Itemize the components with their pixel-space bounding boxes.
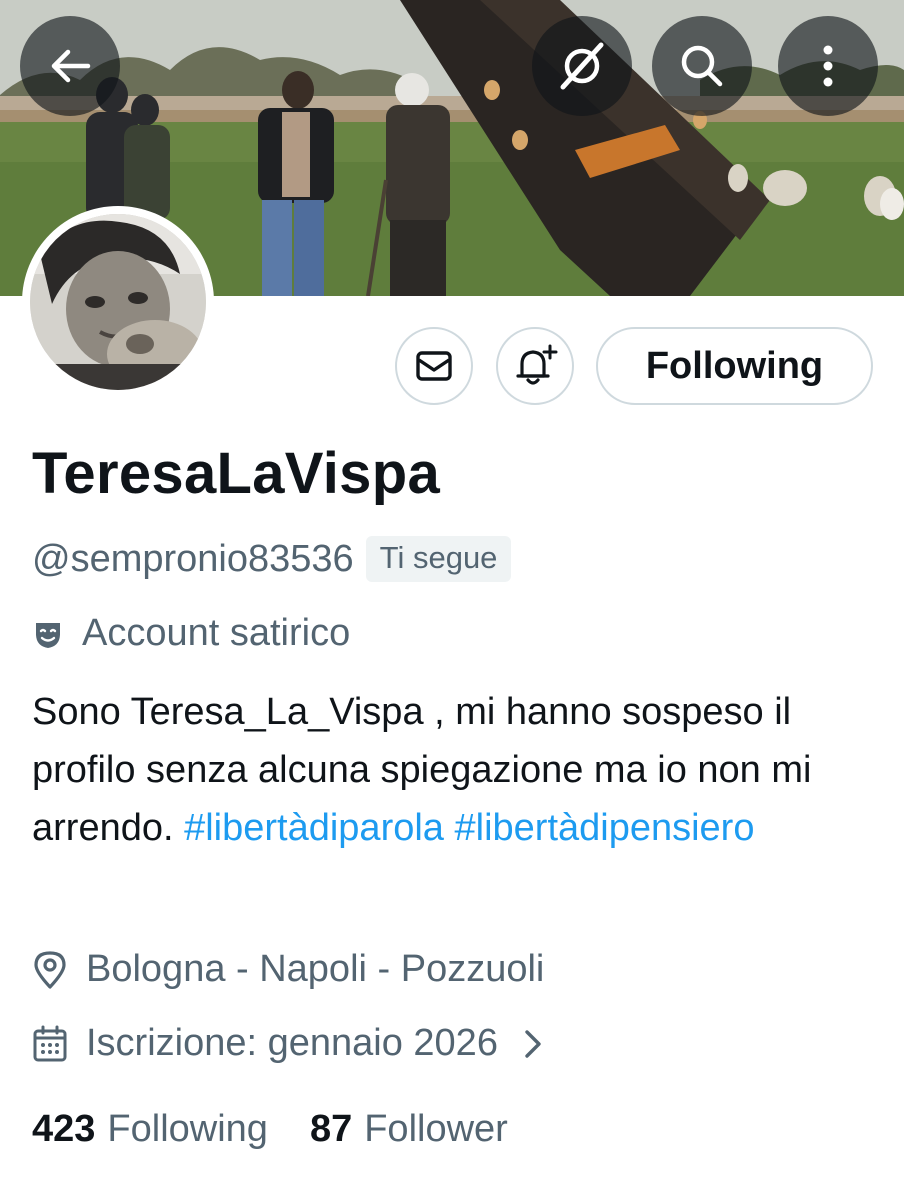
following-button[interactable]: Following (596, 327, 873, 405)
follows-you-badge: Ti segue (365, 536, 512, 582)
followers-label: Follower (364, 1108, 508, 1150)
profile-page: Following TeresaLaVispa @sempronio83536 … (0, 0, 904, 1199)
followers-stat[interactable]: 87 Follower (310, 1108, 508, 1151)
location-text: Bologna - Napoli - Pozzuoli (86, 948, 545, 990)
account-label: Account satirico (82, 612, 351, 654)
avatar[interactable] (22, 206, 214, 398)
more-button[interactable] (778, 16, 878, 116)
followers-count: 87 (309, 1108, 353, 1150)
notifications-button[interactable] (496, 327, 574, 405)
search-button[interactable] (652, 16, 752, 116)
message-button[interactable] (395, 327, 473, 405)
joined-row[interactable]: Iscrizione: gennaio 2026 (32, 1022, 546, 1065)
envelope-icon (416, 351, 452, 381)
profile-bio: Sono Teresa_La_Vispa , mi hanno sospeso … (32, 683, 882, 857)
joined-text: Iscrizione: gennaio 2026 (86, 1022, 498, 1064)
avatar-image (30, 214, 206, 390)
chevron-right-icon (525, 1029, 541, 1058)
grok-icon (560, 42, 604, 90)
bell-plus-icon (516, 344, 558, 385)
account-label-row: Account satirico (32, 612, 350, 655)
hashtag-link[interactable]: #libertàdipensiero (455, 807, 755, 849)
location-row: Bologna - Napoli - Pozzuoli (32, 948, 544, 991)
follow-stats: 423 Following 87 Follower (32, 1108, 508, 1151)
following-count: 423 (32, 1108, 96, 1150)
more-vertical-icon (823, 45, 833, 87)
theater-mask-icon (36, 622, 60, 648)
user-handle: @sempronio83536 (32, 537, 354, 580)
back-button[interactable] (20, 16, 120, 116)
following-stat[interactable]: 423 Following (32, 1108, 268, 1151)
arrow-left-icon (51, 49, 91, 83)
handle-row: @sempronio83536 Ti segue (32, 536, 512, 582)
calendar-icon (33, 1025, 67, 1061)
display-name: TeresaLaVispa (32, 441, 441, 506)
hashtag-link[interactable]: #libertàdiparola (184, 807, 444, 849)
grok-button[interactable] (532, 16, 632, 116)
following-label: Following (107, 1108, 268, 1150)
search-icon (681, 45, 723, 87)
location-pin-icon (34, 950, 66, 989)
